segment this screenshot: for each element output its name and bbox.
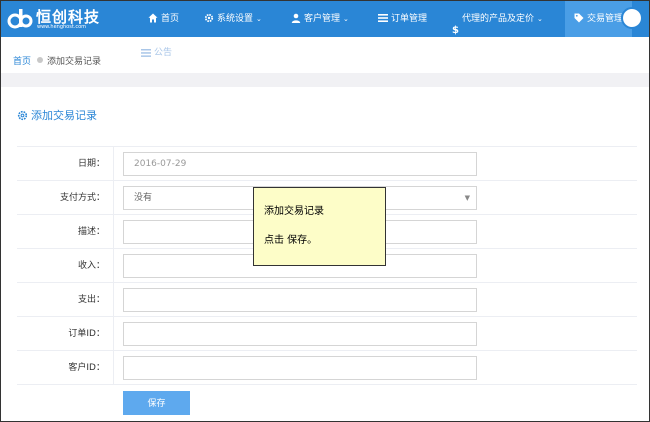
nav-item-customer-management[interactable]: 客户管理 ⌄ <box>291 1 349 37</box>
breadcrumb-separator-icon <box>37 57 43 63</box>
form-row-expense: 支出： <box>17 282 637 317</box>
top-navbar: 恒创科技 www.henghost.com 首页 系统设置 ⌄ 客户管理 ⌄ 订单管… <box>1 1 649 37</box>
nav-label-order-management: 订单管理 <box>391 14 428 24</box>
expense-input[interactable] <box>123 288 477 312</box>
section-title: 添加交易记录 <box>17 107 97 123</box>
chevron-down-icon: ⌄ <box>343 15 349 23</box>
row-divider <box>113 351 114 385</box>
breadcrumb-home-link[interactable]: 首页 <box>13 54 31 67</box>
list-icon <box>141 48 151 57</box>
row-divider <box>113 215 114 249</box>
breadcrumb: 首页 添加交易记录 <box>1 43 649 75</box>
dollar-icon: $ <box>452 24 459 36</box>
section-title-text: 添加交易记录 <box>31 109 97 122</box>
row-divider <box>113 181 114 215</box>
breadcrumb-underbar <box>1 73 649 87</box>
list-icon <box>378 13 388 22</box>
nav-item-agent-products-pricing[interactable]: $代理的产品及定价 ⌄ <box>452 1 543 37</box>
chevron-down-icon: ⌄ <box>537 15 543 23</box>
date-input[interactable]: 2016-07-29 <box>123 152 477 176</box>
chevron-down-icon: ⌄ <box>256 15 262 23</box>
payment-method-label: 支付方式： <box>59 193 105 203</box>
nav-item-system-settings[interactable]: 系统设置 ⌄ <box>204 1 262 37</box>
form-row-order-id: 订单ID： <box>17 316 637 351</box>
customer-id-input[interactable] <box>123 356 477 380</box>
caret-down-icon: ▼ <box>464 194 470 202</box>
nav-label-customer-management: 客户管理 <box>304 14 341 24</box>
order-id-label: 订单ID： <box>68 329 105 339</box>
save-button[interactable]: 保存 <box>123 391 190 415</box>
nav-label-system-settings: 系统设置 <box>217 14 254 24</box>
description-label: 描述： <box>77 227 105 237</box>
submenu-item-announcement[interactable]: 公告 <box>141 45 172 58</box>
nav-label-transaction-management: 交易管理 <box>587 14 624 24</box>
nav-item-home[interactable]: 首页 <box>148 1 179 37</box>
tooltip-instruction: 点击 保存。 <box>264 235 318 246</box>
income-label: 收入： <box>77 261 105 271</box>
user-icon <box>291 13 301 23</box>
row-divider <box>113 283 114 317</box>
logo-icon <box>7 9 33 29</box>
row-divider <box>113 317 114 351</box>
breadcrumb-current: 添加交易记录 <box>47 57 102 67</box>
order-id-input[interactable] <box>123 322 477 346</box>
tag-icon <box>574 13 584 22</box>
gear-icon <box>204 13 214 22</box>
form-bottom-border <box>17 384 637 385</box>
logo-subtext: www.henghost.com <box>37 24 87 30</box>
payment-method-value: 没有 <box>134 193 153 203</box>
submenu-label-announcement: 公告 <box>154 48 173 58</box>
row-divider <box>113 147 114 181</box>
expense-label: 支出： <box>77 295 105 305</box>
home-icon <box>148 13 158 22</box>
form-row-customer-id: 客户ID： <box>17 350 637 385</box>
logo[interactable]: 恒创科技 www.henghost.com <box>7 6 117 32</box>
row-divider <box>113 249 114 283</box>
nav-item-order-management[interactable]: 订单管理 <box>378 1 427 37</box>
nav-label-agent-products-pricing: 代理的产品及定价 <box>462 14 535 24</box>
user-avatar[interactable] <box>621 7 643 29</box>
form-row-date: 日期： 2016-07-29 <box>17 146 637 181</box>
tooltip-title: 添加交易记录 <box>264 206 324 217</box>
gear-icon <box>17 110 28 120</box>
tutorial-tooltip: 添加交易记录 点击 保存。 <box>253 187 386 266</box>
customer-id-label: 客户ID： <box>68 363 105 373</box>
nav-label-home: 首页 <box>161 14 180 24</box>
date-label: 日期： <box>77 159 105 169</box>
